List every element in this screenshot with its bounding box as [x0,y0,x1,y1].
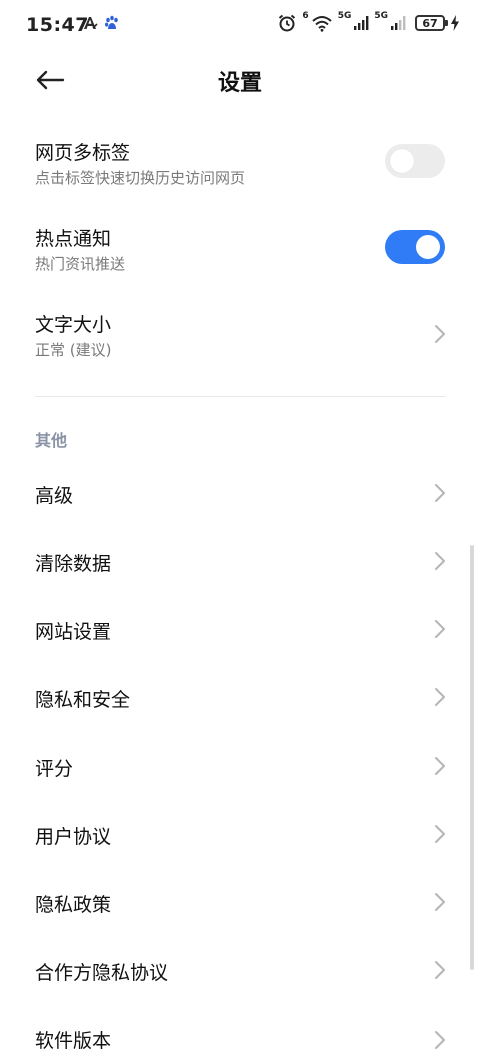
battery-level: 67 [422,16,438,30]
baidu-paw-icon [105,15,118,29]
chevron-right-icon [435,688,445,706]
menu-item-site-settings[interactable]: 网站设置 [0,600,480,660]
menu-item-rating[interactable]: 评分 [0,737,480,797]
hot-notify-toggle[interactable] [385,230,445,264]
header-bar: 设置 [0,52,480,108]
status-right-icons: 6 5G 5G 67 [277,11,460,33]
setting-subtitle-multi-tabs: 点击标签快速切换历史访问网页 [35,169,246,187]
page-title: 设置 [217,71,262,96]
signal-icon-1 [354,16,369,30]
section-divider [35,396,446,397]
setting-row-hot-notify[interactable]: 热点通知 热门资讯推送 [0,216,480,280]
wifi-icon [312,16,332,32]
charging-bolt-icon [451,15,459,31]
battery-icon: 67 [415,15,448,31]
menu-item-label: 高级 [35,485,74,507]
menu-item-label: 隐私政策 [35,894,112,916]
setting-subtitle-hot-notify: 热门资讯推送 [35,255,126,273]
toggle-knob [390,149,414,173]
menu-item-label: 用户协议 [35,826,112,848]
menu-item-clear-data[interactable]: 清除数据 [0,532,480,592]
menu-item-privacy-security[interactable]: 隐私和安全 [0,668,480,728]
accessibility-a-icon [84,17,98,29]
chevron-right-icon [435,484,445,502]
wifi-label: 6 [302,11,309,21]
menu-item-label: 网站设置 [35,621,112,643]
section-header-other: 其他 [35,431,68,450]
setting-subtitle-font-size: 正常 (建议) [35,341,112,359]
chevron-right-icon [435,1031,445,1049]
chevron-right-icon [435,620,445,638]
chevron-right-icon [435,961,445,979]
setting-row-multi-tabs[interactable]: 网页多标签 点击标签快速切换历史访问网页 [0,130,480,194]
setting-row-font-size[interactable]: 文字大小 正常 (建议) [0,302,480,366]
signal-icon-2 [391,16,406,30]
status-left-icons [82,15,120,31]
menu-item-user-agreement[interactable]: 用户协议 [0,805,480,865]
menu-item-label: 隐私和安全 [35,689,131,711]
chevron-right-icon [435,825,445,843]
multi-tabs-toggle[interactable] [385,144,445,178]
alarm-icon [279,14,296,32]
menu-item-label: 合作方隐私协议 [35,962,169,984]
setting-title-font-size: 文字大小 [35,314,112,336]
chevron-right-icon [435,325,445,343]
network-label-1: 5G [337,11,352,21]
status-bar: 15:47 6 5G 5G 67 [0,0,480,52]
settings-screen: 15:47 6 5G 5G 67 设置 网页多标签 点击标签快速切换历史访问网页… [0,0,480,1061]
menu-item-software-version[interactable]: 软件版本 [0,1009,480,1061]
network-label-2: 5G [374,11,388,21]
menu-item-label: 软件版本 [35,1030,112,1052]
status-time: 15:47 [26,14,89,36]
setting-title-hot-notify: 热点通知 [35,228,112,250]
menu-item-partner-privacy[interactable]: 合作方隐私协议 [0,941,480,1001]
scrollbar-thumb[interactable] [470,545,474,970]
setting-title-multi-tabs: 网页多标签 [35,142,131,164]
menu-item-label: 评分 [35,758,74,780]
menu-item-privacy-policy[interactable]: 隐私政策 [0,873,480,933]
menu-item-advanced[interactable]: 高级 [0,464,480,524]
menu-item-label: 清除数据 [35,553,112,575]
chevron-right-icon [435,893,445,911]
toggle-knob [416,235,440,259]
chevron-right-icon [435,552,445,570]
chevron-right-icon [435,757,445,775]
